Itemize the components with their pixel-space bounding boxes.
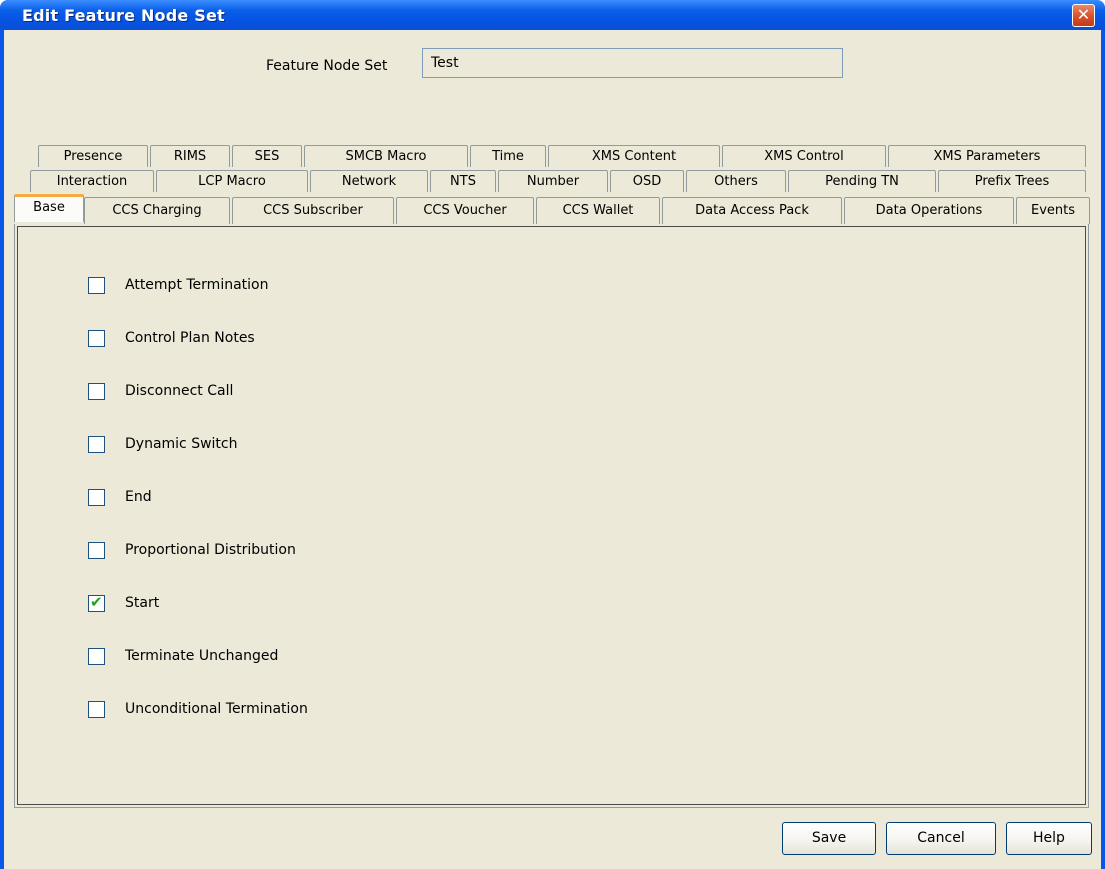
checkbox-box[interactable] <box>88 330 105 347</box>
window-title: Edit Feature Node Set <box>22 6 225 25</box>
tab-ccs-voucher[interactable]: CCS Voucher <box>396 197 534 224</box>
tab-number[interactable]: Number <box>498 170 608 192</box>
dialog-window: Edit Feature Node Set ✕ Feature Node Set… <box>0 0 1105 869</box>
help-button[interactable]: Help <box>1006 822 1092 855</box>
tab-prefix-trees[interactable]: Prefix Trees <box>938 170 1086 192</box>
feature-node-set-field[interactable]: Test <box>422 48 843 78</box>
checkbox-box[interactable] <box>88 489 105 506</box>
checkbox-label: Attempt Termination <box>125 277 269 293</box>
checkbox-box[interactable] <box>88 701 105 718</box>
tab-presence[interactable]: Presence <box>38 145 148 167</box>
tab-rims[interactable]: RIMS <box>150 145 230 167</box>
title-bar[interactable]: Edit Feature Node Set ✕ <box>0 0 1105 30</box>
tab-others[interactable]: Others <box>686 170 786 192</box>
checkbox-box[interactable] <box>88 542 105 559</box>
tab-smcb-macro[interactable]: SMCB Macro <box>304 145 468 167</box>
checkbox-box[interactable]: ✔ <box>88 593 105 612</box>
tab-nts[interactable]: NTS <box>430 170 496 192</box>
tab-pending-tn[interactable]: Pending TN <box>788 170 936 192</box>
checkbox-label: Start <box>125 595 160 611</box>
checkbox-label: End <box>125 489 152 505</box>
checkbox-label: Proportional Distribution <box>125 542 296 558</box>
tab-ccs-charging[interactable]: CCS Charging <box>84 197 230 224</box>
tab-interaction[interactable]: Interaction <box>30 170 154 192</box>
tab-time[interactable]: Time <box>470 145 546 167</box>
checkbox-box[interactable] <box>88 436 105 453</box>
panel-border <box>17 226 1086 805</box>
checkbox-box[interactable] <box>88 383 105 400</box>
feature-node-set-label: Feature Node Set <box>266 58 388 74</box>
tab-data-operations[interactable]: Data Operations <box>844 197 1014 224</box>
tab-xms-content[interactable]: XMS Content <box>548 145 720 167</box>
tab-base[interactable]: Base <box>14 194 84 222</box>
tab-lcp-macro[interactable]: LCP Macro <box>156 170 308 192</box>
checkbox-label: Terminate Unchanged <box>125 648 279 664</box>
checkbox-box[interactable] <box>88 277 105 294</box>
checkbox-label: Dynamic Switch <box>125 436 238 452</box>
tab-xms-parameters[interactable]: XMS Parameters <box>888 145 1086 167</box>
tab-network[interactable]: Network <box>310 170 428 192</box>
tab-osd[interactable]: OSD <box>610 170 684 192</box>
checkbox-box[interactable] <box>88 648 105 665</box>
tab-ses[interactable]: SES <box>232 145 302 167</box>
checkbox-label: Unconditional Termination <box>125 701 308 717</box>
tab-xms-control[interactable]: XMS Control <box>722 145 886 167</box>
checkbox-label: Control Plan Notes <box>125 330 255 346</box>
tab-data-access-pack[interactable]: Data Access Pack <box>662 197 842 224</box>
tab-events[interactable]: Events <box>1016 197 1090 224</box>
tab-panel-base <box>14 224 1089 808</box>
close-icon[interactable]: ✕ <box>1072 4 1095 27</box>
tab-ccs-wallet[interactable]: CCS Wallet <box>536 197 660 224</box>
cancel-button[interactable]: Cancel <box>886 822 996 855</box>
check-icon: ✔ <box>90 593 103 611</box>
tab-ccs-subscriber[interactable]: CCS Subscriber <box>232 197 394 224</box>
checkbox-label: Disconnect Call <box>125 383 234 399</box>
save-button[interactable]: Save <box>782 822 876 855</box>
